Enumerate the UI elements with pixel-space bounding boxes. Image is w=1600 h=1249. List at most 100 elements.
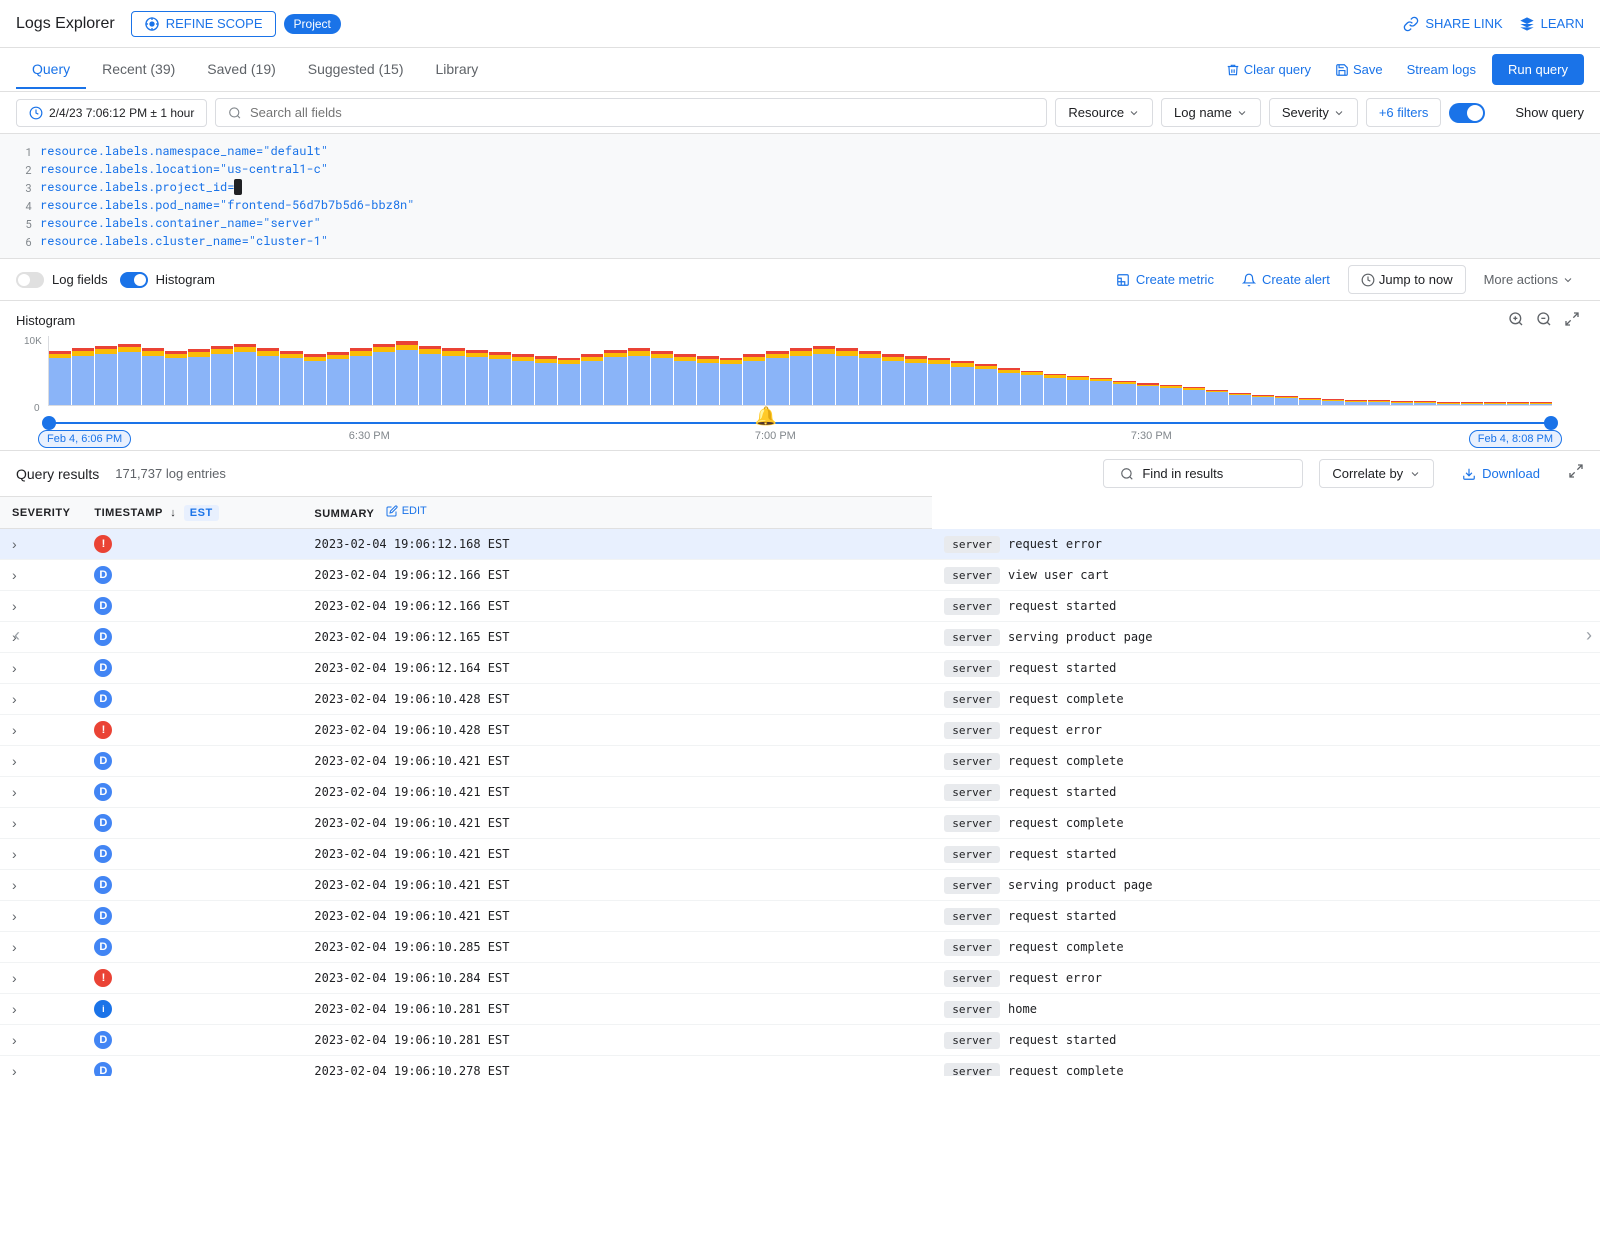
table-row[interactable]: ›!2023-02-04 19:06:10.428 ESTserverreque… xyxy=(0,715,1600,746)
table-row[interactable]: ›D2023-02-04 19:06:10.278 ESTserverreque… xyxy=(0,1056,1600,1077)
time-range-button[interactable]: 2/4/23 7:06:12 PM ± 1 hour xyxy=(16,99,207,127)
search-input[interactable] xyxy=(250,105,1034,120)
hist-bar-blue xyxy=(1507,404,1529,405)
expand-histogram-button[interactable] xyxy=(1560,309,1584,332)
debug-severity-icon: D xyxy=(94,690,112,708)
log-fields-toggle: Log fields xyxy=(16,272,108,288)
expand-row-button[interactable]: › xyxy=(8,784,21,800)
table-row[interactable]: ›D2023-02-04 19:06:10.421 ESTserverservi… xyxy=(0,870,1600,901)
chevron-down-icon-2 xyxy=(1236,107,1248,119)
refine-scope-button[interactable]: REFINE SCOPE xyxy=(131,11,276,37)
hist-bar-blue xyxy=(1414,403,1436,405)
table-row[interactable]: ›D2023-02-04 19:06:12.165 ESTserverservi… xyxy=(0,622,1600,653)
timeline-handle-left[interactable] xyxy=(42,416,56,430)
summary-text: request complete xyxy=(1008,816,1124,830)
table-wrapper[interactable]: SEVERITY TIMESTAMP ↓ EST SUMMARY EDIT xyxy=(0,496,1600,1076)
timestamp-cell: 2023-02-04 19:06:12.168 EST xyxy=(302,529,932,560)
expand-row-button[interactable]: › xyxy=(8,939,21,955)
tab-recent[interactable]: Recent (39) xyxy=(86,51,191,89)
zoom-out-button[interactable] xyxy=(1532,309,1556,332)
tab-actions: Clear query Save Stream logs Run query xyxy=(1218,54,1584,85)
expand-row-button[interactable]: › xyxy=(8,1001,21,1017)
correlate-label: Correlate by xyxy=(1332,466,1403,481)
expand-row-button[interactable]: › xyxy=(8,877,21,893)
expand-row-button[interactable]: › xyxy=(8,753,21,769)
more-actions-button[interactable]: More actions xyxy=(1474,266,1584,293)
tab-library[interactable]: Library xyxy=(420,51,495,89)
create-alert-button[interactable]: Create alert xyxy=(1232,266,1340,293)
table-row[interactable]: ›D2023-02-04 19:06:12.164 ESTserverreque… xyxy=(0,653,1600,684)
expand-row-button[interactable]: › xyxy=(8,815,21,831)
expand-row-button[interactable]: › xyxy=(8,722,21,738)
learn-button[interactable]: LEARN xyxy=(1519,16,1584,32)
jump-to-now-button[interactable]: Jump to now xyxy=(1348,265,1466,294)
run-query-button[interactable]: Run query xyxy=(1492,54,1584,85)
timeline-handle-right[interactable] xyxy=(1544,416,1558,430)
info-severity-icon: i xyxy=(94,1000,112,1018)
expand-row-button[interactable]: › xyxy=(8,691,21,707)
tab-saved[interactable]: Saved (19) xyxy=(191,51,291,89)
severity-cell: D xyxy=(82,653,302,684)
hist-bar-blue xyxy=(1183,390,1205,405)
expand-row-button[interactable]: › xyxy=(8,660,21,676)
project-badge[interactable]: Project xyxy=(284,14,341,34)
debug-severity-icon: D xyxy=(94,938,112,956)
expand-row-button[interactable]: › xyxy=(8,908,21,924)
table-row[interactable]: ›D2023-02-04 19:06:12.166 ESTserverreque… xyxy=(0,591,1600,622)
correlate-button[interactable]: Correlate by xyxy=(1319,459,1434,488)
histogram-switch[interactable] xyxy=(120,272,148,288)
table-row[interactable]: ›D2023-02-04 19:06:10.285 ESTserverreque… xyxy=(0,932,1600,963)
download-button[interactable]: Download xyxy=(1450,460,1552,487)
plus-filters-button[interactable]: +6 filters xyxy=(1366,98,1442,127)
find-results-button[interactable]: Find in results xyxy=(1103,459,1303,488)
hist-bar xyxy=(905,356,927,405)
hist-bar-blue xyxy=(1345,402,1367,405)
tab-suggested[interactable]: Suggested (15) xyxy=(292,51,420,89)
table-row[interactable]: ›D2023-02-04 19:06:10.281 ESTserverreque… xyxy=(0,1025,1600,1056)
table-row[interactable]: ›D2023-02-04 19:06:12.166 ESTserverview … xyxy=(0,560,1600,591)
table-row[interactable]: ›D2023-02-04 19:06:10.421 ESTserverreque… xyxy=(0,746,1600,777)
timestamp-cell: 2023-02-04 19:06:10.284 EST xyxy=(302,963,932,994)
fullscreen-button[interactable] xyxy=(1568,463,1584,484)
table-row[interactable]: ›i2023-02-04 19:06:10.281 ESTserverhome xyxy=(0,994,1600,1025)
timezone-badge[interactable]: EST xyxy=(184,505,219,521)
col-header-timestamp[interactable]: TIMESTAMP ↓ EST xyxy=(82,497,302,529)
expand-row-button[interactable]: › xyxy=(8,1063,21,1076)
histogram-label: Histogram xyxy=(156,272,215,287)
severity-filter[interactable]: Severity xyxy=(1269,98,1358,127)
table-row[interactable]: ›D2023-02-04 19:06:10.421 ESTserverreque… xyxy=(0,839,1600,870)
table-row[interactable]: ›D2023-02-04 19:06:10.421 ESTserverreque… xyxy=(0,808,1600,839)
log-name-filter[interactable]: Log name xyxy=(1161,98,1261,127)
table-row[interactable]: ›D2023-02-04 19:06:10.428 ESTserverreque… xyxy=(0,684,1600,715)
expand-row-button[interactable]: › xyxy=(8,970,21,986)
hist-bar-blue xyxy=(304,361,326,405)
col-header-severity[interactable]: SEVERITY xyxy=(0,497,82,529)
save-button[interactable]: Save xyxy=(1327,56,1391,83)
toolbar-right: Create metric Create alert Jump to now M… xyxy=(1106,265,1584,294)
tab-query[interactable]: Query xyxy=(16,51,86,89)
search-box[interactable] xyxy=(215,98,1047,127)
clear-query-button[interactable]: Clear query xyxy=(1218,56,1319,83)
stream-logs-button[interactable]: Stream logs xyxy=(1399,56,1484,83)
expand-row-button[interactable]: › xyxy=(8,846,21,862)
hist-bar-blue xyxy=(859,358,881,405)
log-fields-switch[interactable] xyxy=(16,272,44,288)
resource-filter[interactable]: Resource xyxy=(1055,98,1153,127)
zoom-in-button[interactable] xyxy=(1504,309,1528,332)
table-row[interactable]: ›!2023-02-04 19:06:12.168 ESTserverreque… xyxy=(0,529,1600,560)
show-query-switch[interactable] xyxy=(1449,103,1485,123)
share-link-button[interactable]: SHARE LINK xyxy=(1403,16,1502,32)
expand-row-button[interactable]: › xyxy=(8,536,21,552)
debug-severity-icon: D xyxy=(94,628,112,646)
timestamp-cell: 2023-02-04 19:06:12.166 EST xyxy=(302,560,932,591)
edit-columns-button[interactable]: EDIT xyxy=(386,505,427,517)
expand-row-button[interactable]: › xyxy=(8,629,21,645)
expand-row-button[interactable]: › xyxy=(8,1032,21,1048)
table-row[interactable]: ›D2023-02-04 19:06:10.421 ESTserverreque… xyxy=(0,777,1600,808)
expand-row-button[interactable]: › xyxy=(8,567,21,583)
table-row[interactable]: ›!2023-02-04 19:06:10.284 ESTserverreque… xyxy=(0,963,1600,994)
create-metric-button[interactable]: Create metric xyxy=(1106,266,1224,293)
bell-icon[interactable]: 🔔 xyxy=(755,406,777,427)
expand-row-button[interactable]: › xyxy=(8,598,21,614)
table-row[interactable]: ›D2023-02-04 19:06:10.421 ESTserverreque… xyxy=(0,901,1600,932)
